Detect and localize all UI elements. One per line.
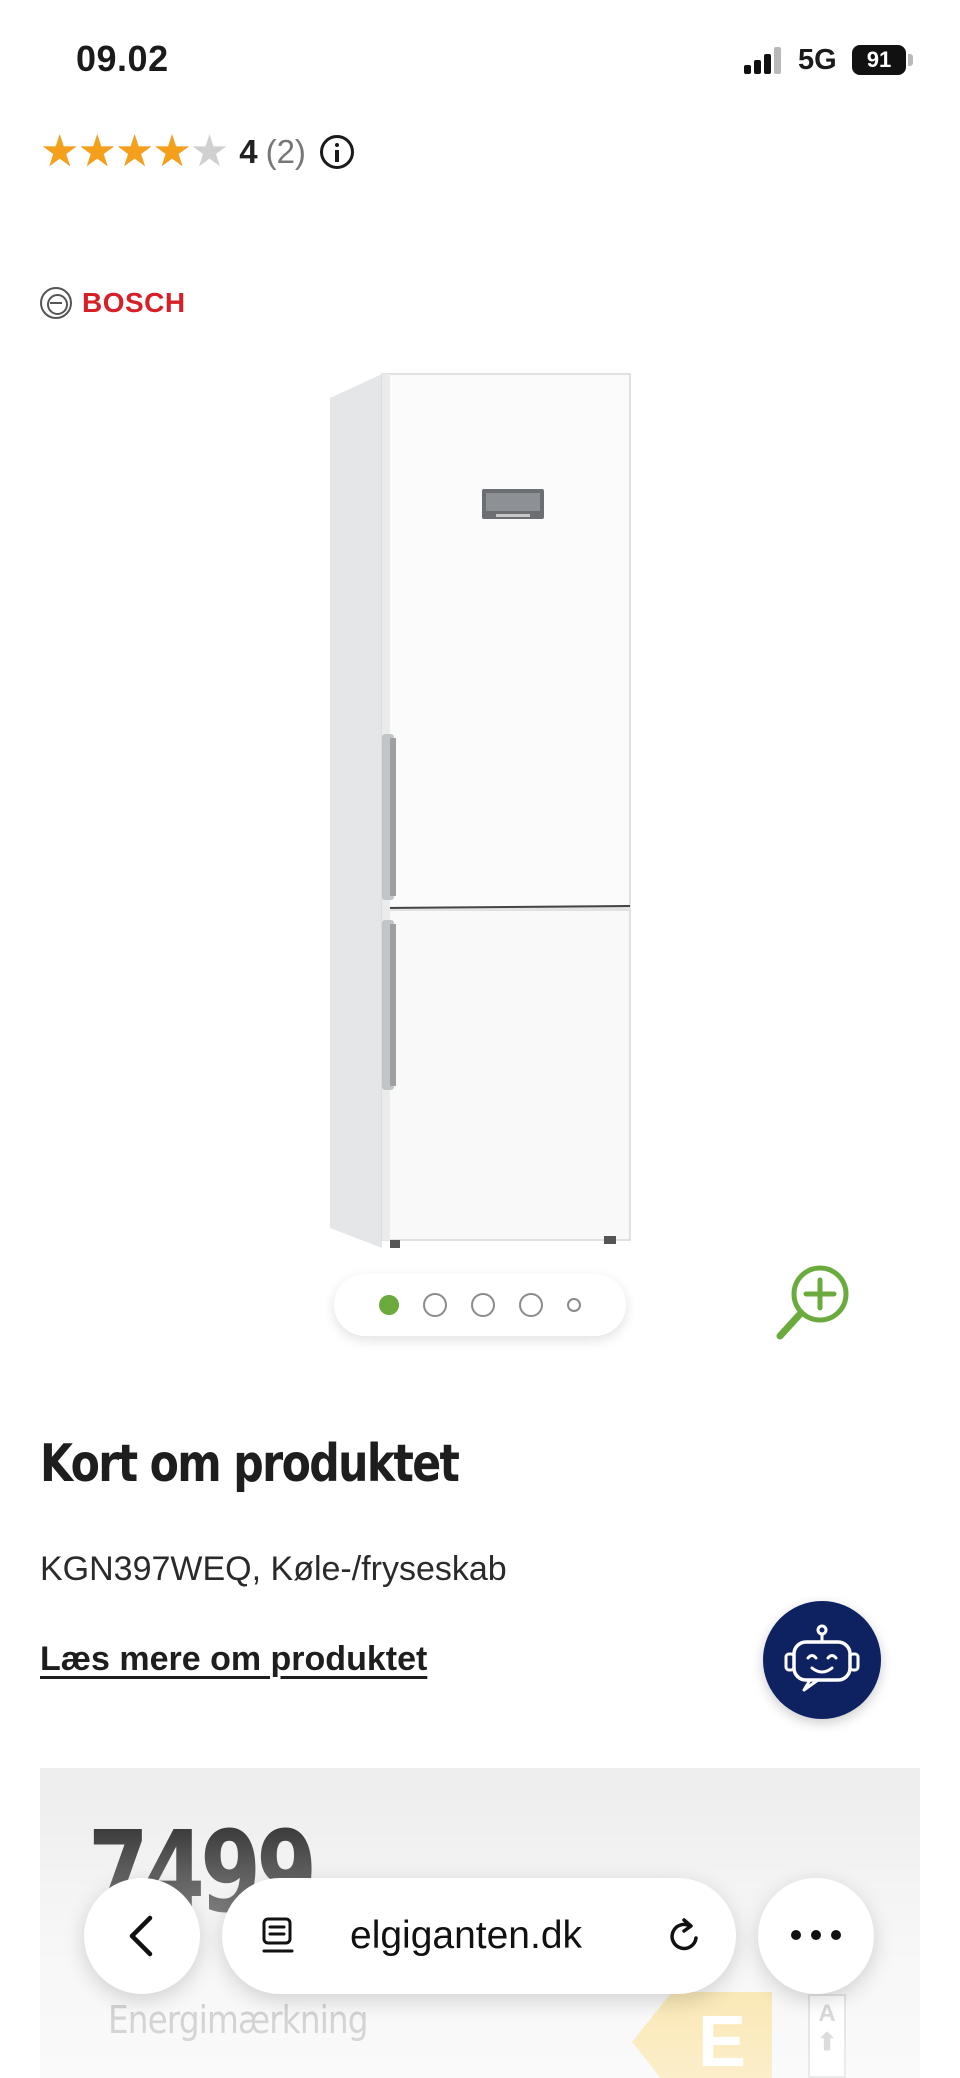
product-rating[interactable]: ★★★★★ ★★★★★ 4 (2) (40, 126, 354, 178)
brand-logo[interactable]: BOSCH (40, 286, 186, 320)
zoom-in-icon[interactable] (770, 1260, 856, 1346)
back-button[interactable] (84, 1878, 200, 1994)
network-type: 5G (798, 44, 837, 76)
battery-icon: 91 (852, 45, 906, 75)
energy-scale-icon: A ⬆ (808, 1994, 846, 2078)
more-dots-icon (791, 1930, 841, 1940)
reader-mode-icon[interactable] (260, 1916, 300, 1956)
energy-scale-top: A (818, 2000, 836, 2027)
carousel-dot-1[interactable] (379, 1295, 399, 1315)
bosch-logo-icon (40, 287, 72, 319)
energy-class: E (672, 1992, 772, 2078)
signal-icon (744, 46, 784, 74)
image-carousel-indicator (334, 1274, 626, 1336)
product-description: KGN397WEQ, Køle-/fryseskab (40, 1550, 507, 1588)
chevron-left-icon (129, 1915, 153, 1957)
rating-value: 4 (239, 133, 258, 170)
url-text: elgiganten.dk (350, 1914, 583, 1957)
reload-icon[interactable] (662, 1914, 706, 1958)
chat-assistant-button[interactable] (763, 1601, 881, 1719)
rating-count: (2) (265, 133, 306, 170)
status-time: 09.02 (76, 38, 169, 79)
star-rating-icon: ★★★★★ ★★★★★ (40, 127, 229, 176)
carousel-dot-4[interactable] (519, 1293, 543, 1317)
carousel-dot-2[interactable] (423, 1293, 447, 1317)
info-icon[interactable] (319, 135, 354, 169)
arrow-up-icon: ⬆ (816, 2029, 838, 2056)
battery-tip (908, 54, 913, 66)
energy-class-badge[interactable]: E (632, 1988, 772, 2078)
section-title: Kort om produktet (40, 1434, 460, 1494)
brand-name: BOSCH (82, 287, 186, 318)
robot-icon (784, 1624, 860, 1692)
energy-arrow (632, 1992, 672, 2078)
energy-label-text[interactable]: Energimærkning (108, 1998, 369, 2042)
carousel-dot-5[interactable] (567, 1298, 581, 1312)
read-more-link[interactable]: Læs mere om produktet (40, 1640, 427, 1679)
carousel-dot-3[interactable] (471, 1293, 495, 1317)
product-image[interactable] (320, 368, 640, 1254)
status-bar: 09.02 5G 91 (0, 0, 960, 120)
address-bar[interactable]: elgiganten.dk (222, 1878, 736, 1994)
more-options-button[interactable] (758, 1878, 874, 1994)
